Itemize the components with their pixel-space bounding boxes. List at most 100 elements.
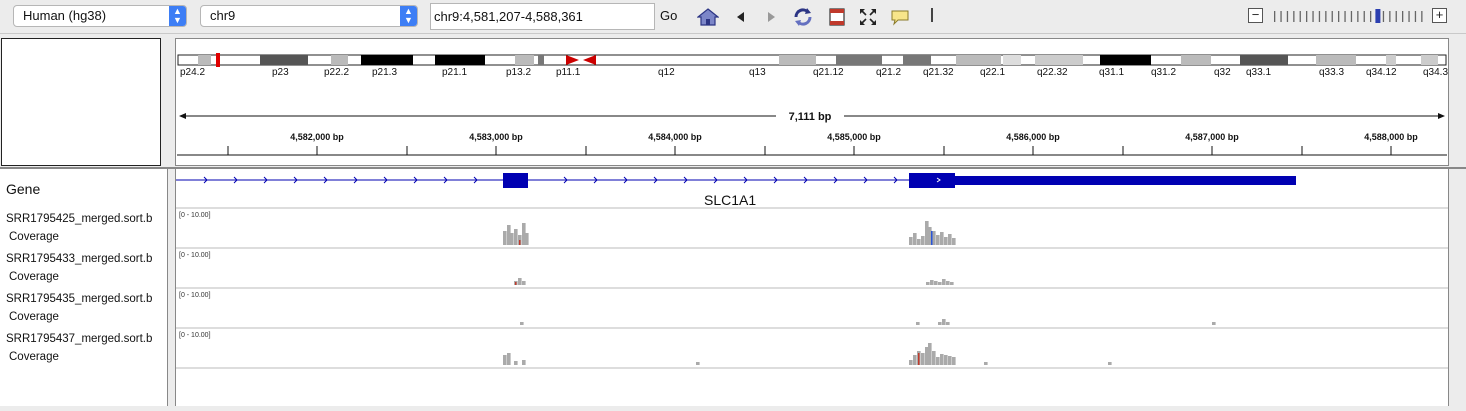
- ideogram-band: [515, 55, 534, 65]
- band-label: q22.1: [980, 67, 1005, 78]
- zoom-tick: [1299, 11, 1301, 22]
- back-icon[interactable]: [730, 6, 752, 28]
- coverage-bar: [926, 282, 930, 285]
- coverage-bar: [936, 357, 940, 365]
- zoom-tick: [1280, 11, 1282, 22]
- genome-dropdown[interactable]: Human (hg38) ▲ ▼: [13, 5, 187, 27]
- track-name[interactable]: SRR1795435_merged.sort.b: [6, 293, 162, 305]
- forward-icon[interactable]: [760, 6, 782, 28]
- gene-track-name[interactable]: Gene: [6, 181, 40, 197]
- track-name[interactable]: SRR1795425_merged.sort.b: [6, 213, 162, 225]
- zoom-tick: [1421, 11, 1423, 22]
- zoom-tick: [1357, 11, 1359, 22]
- band-label: q33.3: [1319, 67, 1344, 78]
- zoom-tick: [1312, 11, 1314, 22]
- coverage-bar: [514, 229, 518, 245]
- zoom-tick: [1331, 11, 1333, 22]
- ideogram-band: [1181, 55, 1211, 65]
- zoom-tick: [1370, 11, 1372, 22]
- ideogram-band: [1386, 55, 1396, 65]
- refresh-icon[interactable]: [792, 6, 814, 28]
- zoom-thumb: [1375, 9, 1381, 23]
- popup-text-icon[interactable]: [889, 6, 911, 28]
- ideogram-band: [198, 55, 211, 65]
- band-label: q13: [749, 67, 766, 78]
- chromosome-dropdown[interactable]: chr9 ▲ ▼: [200, 5, 418, 27]
- zoom-tick: [1274, 11, 1276, 22]
- coverage-bar: [984, 362, 988, 365]
- dropdown-arrows-icon: ▲ ▼: [400, 6, 417, 26]
- gene-utr: [955, 176, 1296, 185]
- coverage-range-label: [0 - 10.00]: [179, 332, 211, 339]
- tracks-canvas[interactable]: SLC1A1 [0 - 10.00] [0 - 10.00] [0 - 10.00] […: [176, 169, 1448, 406]
- ideogram-current-region: [216, 53, 220, 67]
- ruler-tick-label: 4,583,000 bp: [469, 132, 523, 142]
- go-button[interactable]: Go: [660, 8, 677, 23]
- mismatch-bar: [931, 231, 933, 245]
- zoom-tick: [1389, 11, 1391, 22]
- coverage-bar: [930, 280, 934, 285]
- ideogram-band: [1240, 55, 1288, 65]
- band-label: p13.2: [506, 67, 531, 78]
- coverage-bar: [940, 232, 944, 245]
- ideogram-band: [1003, 55, 1021, 65]
- coverage-bar: [946, 322, 950, 325]
- ideogram-band: [538, 55, 544, 65]
- coverage-bar: [510, 233, 514, 245]
- zoom-out-button[interactable]: −: [1248, 8, 1263, 23]
- header-panel: p24.2 p23 p22.2 p21.3 p21.1 p13.2 p11.1 q12 q13 q…: [175, 38, 1449, 166]
- zoom-tick: [1318, 11, 1321, 22]
- mismatch-bar: [515, 282, 517, 285]
- coverage-bar: [946, 281, 950, 285]
- locus-input[interactable]: chr9:4,581,207-4,588,361: [430, 3, 655, 30]
- ideogram-band: [779, 55, 816, 65]
- track-name[interactable]: SRR1795437_merged.sort.b: [6, 333, 162, 345]
- coverage-bar: [913, 233, 917, 245]
- span-label: 7,111 bp: [789, 111, 832, 123]
- band-label: p21.3: [372, 67, 397, 78]
- zoom-tick: [1286, 11, 1289, 22]
- header-name-panel: [1, 38, 161, 166]
- ideogram-band: [260, 55, 308, 65]
- zoom-in-button[interactable]: +: [1432, 8, 1447, 23]
- zoom-tick: [1408, 11, 1410, 22]
- band-label: q22.32: [1037, 67, 1068, 78]
- ideogram-band: [435, 55, 485, 65]
- track-subtitle: Coverage: [9, 351, 59, 363]
- coverage-bar: [916, 322, 920, 325]
- ideogram-band: [836, 55, 882, 65]
- ruler-tick-label: 4,585,000 bp: [827, 132, 881, 142]
- coverage-bar: [938, 282, 942, 285]
- mismatch-bar: [519, 240, 521, 245]
- coverage-bar: [932, 231, 936, 245]
- roi-icon[interactable]: [826, 6, 848, 28]
- coverage-bar: [503, 355, 507, 365]
- band-label: q32: [1214, 67, 1231, 78]
- band-label: p24.2: [180, 67, 205, 78]
- ideogram-ruler[interactable]: p24.2 p23 p22.2 p21.3 p21.1 p13.2 p11.1 q12 q13 q…: [176, 39, 1448, 165]
- toolbar: Human (hg38) ▲ ▼ chr9 ▲ ▼ chr9:4,581,207-4…: [0, 0, 1466, 34]
- track-name[interactable]: SRR1795433_merged.sort.b: [6, 253, 162, 265]
- band-label: q31.1: [1099, 67, 1124, 78]
- band-label: p23: [272, 67, 289, 78]
- coverage-bar: [1108, 362, 1112, 365]
- coverage-bar: [928, 343, 932, 365]
- coverage-bar: [932, 351, 936, 365]
- band-label: q12: [658, 67, 675, 78]
- zoom-tick: [1414, 11, 1417, 22]
- ideogram-band: [1035, 55, 1083, 65]
- coverage-bar: [952, 238, 956, 245]
- band-label: p22.2: [324, 67, 349, 78]
- ideogram-band: [361, 55, 413, 65]
- mismatch-bar: [918, 353, 920, 365]
- coverage-bar: [936, 235, 940, 245]
- band-label: q34.12: [1366, 67, 1397, 78]
- home-icon[interactable]: [697, 6, 719, 28]
- coverage-bar: [942, 279, 946, 285]
- coverage-range-label: [0 - 10.00]: [179, 252, 211, 259]
- coverage-bar: [948, 234, 952, 245]
- zoom-slider[interactable]: [1272, 9, 1424, 23]
- ruler-tick-label: 4,587,000 bp: [1185, 132, 1239, 142]
- track-names-panel: Gene SRR1795425_merged.sort.b Coverage S…: [0, 169, 168, 406]
- fit-icon[interactable]: [857, 6, 879, 28]
